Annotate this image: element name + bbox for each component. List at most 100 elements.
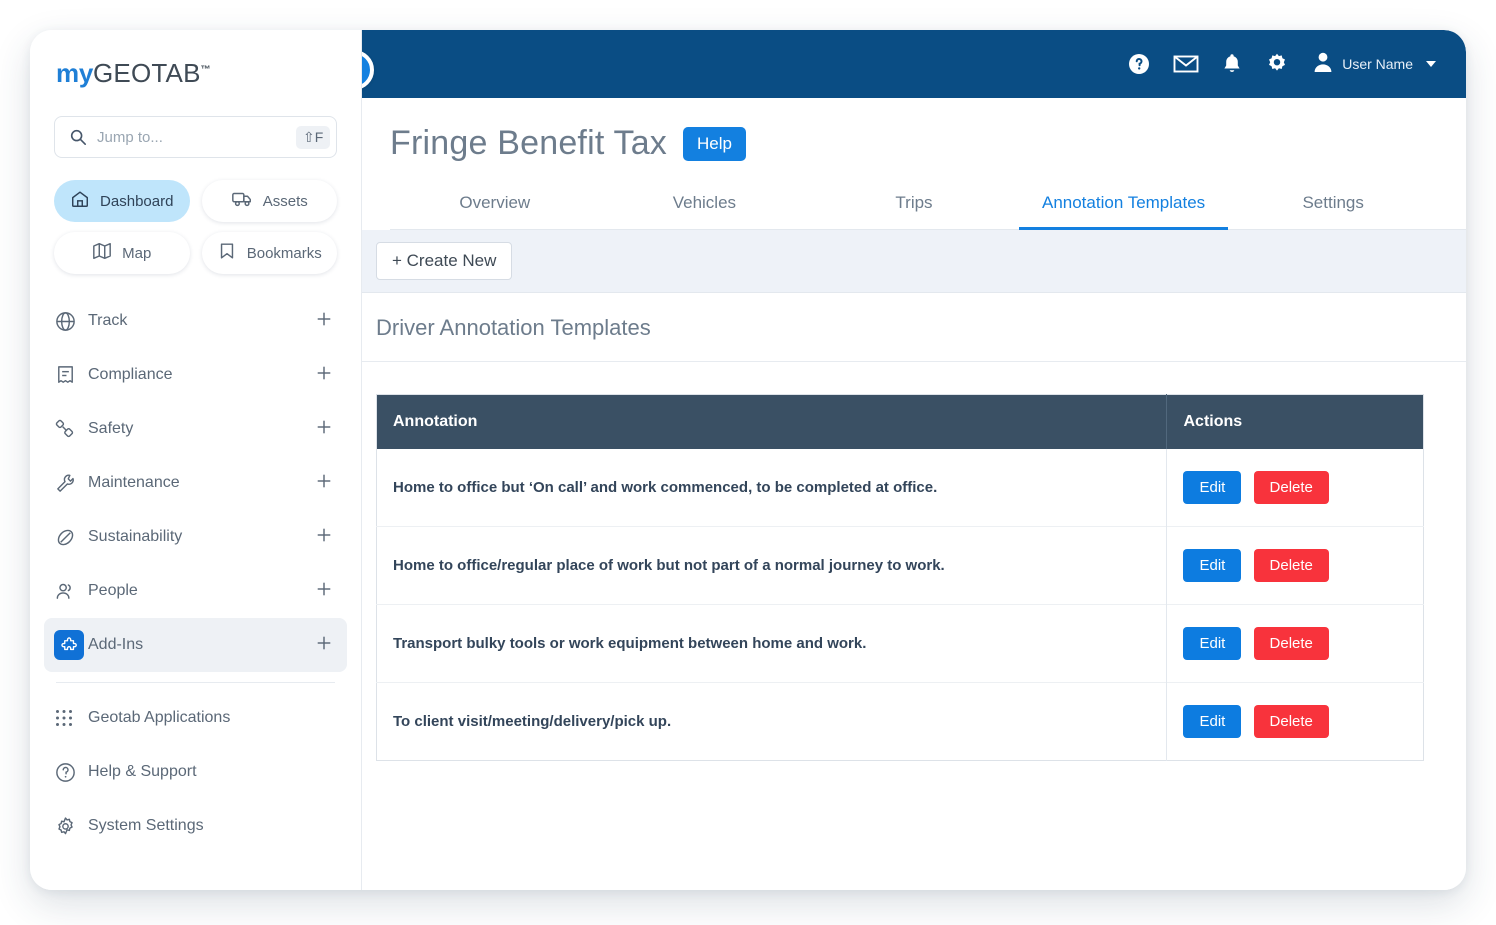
- people-icon: [54, 580, 88, 603]
- cell-annotation: Transport bulky tools or work equipment …: [377, 605, 1167, 683]
- top-bar: User Name: [362, 30, 1466, 98]
- tab-trips[interactable]: Trips: [809, 185, 1019, 230]
- sidebar-divider: [56, 682, 335, 683]
- sidebar-item-maintenance-label: Maintenance: [88, 474, 315, 492]
- primary-nav: Track Compliance: [30, 294, 361, 672]
- seatbelt-icon: [54, 418, 88, 441]
- expand-maintenance-icon[interactable]: [315, 472, 333, 495]
- sidebar-item-sustainability[interactable]: Sustainability: [44, 510, 347, 564]
- sidebar-item-track-label: Track: [88, 312, 315, 330]
- app-window: myGEOTAB™ ⇧F Dashboard: [30, 30, 1466, 890]
- globe-icon: [54, 310, 88, 333]
- expand-safety-icon[interactable]: [315, 418, 333, 441]
- bookmark-icon: [217, 241, 237, 265]
- main-content: User Name Fringe Benefit Tax Help Overvi…: [362, 30, 1466, 890]
- clipboard-icon: [54, 364, 88, 387]
- sidebar-item-sustainability-label: Sustainability: [88, 528, 315, 546]
- map-icon: [92, 241, 112, 265]
- create-new-button[interactable]: + Create New: [376, 242, 512, 280]
- cell-annotation: Home to office but ‘On call’ and work co…: [377, 449, 1167, 527]
- grid-dots-icon: [54, 708, 88, 728]
- quick-link-dashboard[interactable]: Dashboard: [54, 180, 190, 222]
- edit-button[interactable]: Edit: [1183, 471, 1241, 504]
- tab-annotation-templates[interactable]: Annotation Templates: [1019, 185, 1229, 230]
- user-avatar-icon: [1313, 51, 1333, 78]
- expand-sustainability-icon[interactable]: [315, 526, 333, 549]
- jump-to-search[interactable]: ⇧F: [54, 116, 337, 158]
- quick-link-bookmarks-label: Bookmarks: [247, 246, 322, 261]
- delete-button[interactable]: Delete: [1254, 627, 1329, 660]
- sidebar-item-add-ins-label: Add-Ins: [88, 636, 315, 654]
- page-title: Fringe Benefit Tax: [390, 124, 667, 163]
- page-tabs: Overview Vehicles Trips Annotation Templ…: [390, 185, 1466, 230]
- app-logo[interactable]: myGEOTAB™: [30, 30, 361, 106]
- sidebar: myGEOTAB™ ⇧F Dashboard: [30, 30, 362, 890]
- table-header-row: Annotation Actions: [377, 395, 1424, 450]
- quick-links: Dashboard Assets: [54, 180, 337, 274]
- delete-button[interactable]: Delete: [1254, 471, 1329, 504]
- sidebar-item-geotab-applications[interactable]: Geotab Applications: [44, 691, 347, 745]
- table-header: Annotation Actions: [377, 395, 1424, 450]
- sidebar-item-safety-label: Safety: [88, 420, 315, 438]
- help-icon[interactable]: [1127, 52, 1151, 76]
- sidebar-item-system-settings-label: System Settings: [88, 817, 333, 835]
- chevron-down-icon: [1426, 61, 1436, 67]
- search-input[interactable]: [97, 129, 296, 146]
- tab-vehicles[interactable]: Vehicles: [600, 185, 810, 230]
- sidebar-item-safety[interactable]: Safety: [44, 402, 347, 456]
- logo-trademark: ™: [201, 64, 211, 75]
- delete-button[interactable]: Delete: [1254, 549, 1329, 582]
- delete-button[interactable]: Delete: [1254, 705, 1329, 738]
- secondary-nav: Geotab Applications Help & Support: [30, 691, 361, 853]
- quick-link-bookmarks[interactable]: Bookmarks: [202, 232, 338, 274]
- bell-icon[interactable]: [1221, 52, 1243, 76]
- expand-add-ins-icon[interactable]: [315, 634, 333, 657]
- edit-button[interactable]: Edit: [1183, 627, 1241, 660]
- home-icon: [70, 189, 90, 213]
- quick-link-assets-label: Assets: [263, 194, 308, 209]
- action-toolbar: + Create New: [362, 230, 1466, 293]
- table-row: Transport bulky tools or work equipment …: [377, 605, 1424, 683]
- logo-my-text: my: [56, 58, 93, 88]
- edit-button[interactable]: Edit: [1183, 549, 1241, 582]
- page-header: Fringe Benefit Tax Help Overview Vehicle…: [362, 98, 1466, 230]
- user-name-label: User Name: [1342, 56, 1413, 72]
- sidebar-item-help-support-label: Help & Support: [88, 763, 333, 781]
- sidebar-item-people-label: People: [88, 582, 315, 600]
- sidebar-item-help-support[interactable]: Help & Support: [44, 745, 347, 799]
- tab-overview[interactable]: Overview: [390, 185, 600, 230]
- search-shortcut-badge: ⇧F: [296, 126, 330, 149]
- sidebar-item-maintenance[interactable]: Maintenance: [44, 456, 347, 510]
- sidebar-item-people[interactable]: People: [44, 564, 347, 618]
- wrench-icon: [54, 472, 88, 495]
- expand-track-icon[interactable]: [315, 310, 333, 333]
- sidebar-item-compliance[interactable]: Compliance: [44, 348, 347, 402]
- help-button[interactable]: Help: [683, 127, 746, 161]
- edit-button[interactable]: Edit: [1183, 705, 1241, 738]
- sidebar-item-add-ins[interactable]: Add-Ins: [44, 618, 347, 672]
- cell-actions: Edit Delete: [1167, 605, 1424, 683]
- mail-icon[interactable]: [1173, 54, 1199, 74]
- expand-people-icon[interactable]: [315, 580, 333, 603]
- gear-icon[interactable]: [1265, 52, 1289, 76]
- sidebar-item-system-settings[interactable]: System Settings: [44, 799, 347, 853]
- cell-annotation: Home to office/regular place of work but…: [377, 527, 1167, 605]
- cell-actions: Edit Delete: [1167, 527, 1424, 605]
- sidebar-item-track[interactable]: Track: [44, 294, 347, 348]
- column-header-actions: Actions: [1167, 395, 1424, 450]
- table-row: Home to office but ‘On call’ and work co…: [377, 449, 1424, 527]
- expand-compliance-icon[interactable]: [315, 364, 333, 387]
- search-icon: [69, 128, 87, 146]
- sidebar-item-geotab-applications-label: Geotab Applications: [88, 709, 333, 727]
- puzzle-icon: [54, 630, 84, 660]
- cell-annotation: To client visit/meeting/delivery/pick up…: [377, 683, 1167, 761]
- gear-icon: [54, 815, 88, 838]
- table-row: Home to office/regular place of work but…: [377, 527, 1424, 605]
- tab-settings[interactable]: Settings: [1228, 185, 1438, 230]
- table-body: Home to office but ‘On call’ and work co…: [377, 449, 1424, 761]
- quick-link-assets[interactable]: Assets: [202, 180, 338, 222]
- quick-link-map[interactable]: Map: [54, 232, 190, 274]
- section-title: Driver Annotation Templates: [362, 293, 1466, 362]
- logo-geotab-text: GEOTAB: [93, 58, 201, 88]
- user-menu[interactable]: User Name: [1313, 51, 1436, 78]
